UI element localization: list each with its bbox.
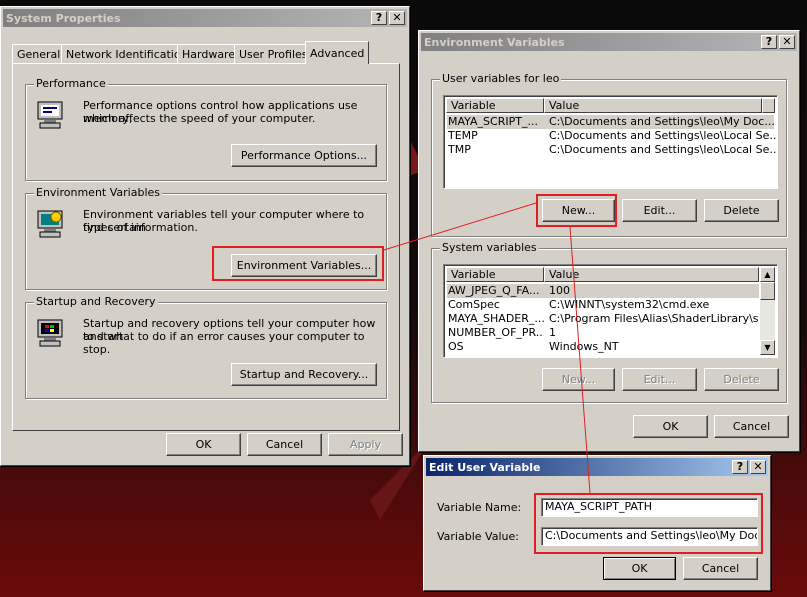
- help-button[interactable]: ?: [761, 35, 777, 49]
- edit-user-variable-window: Edit User Variable ? ✕ Variable Name: MA…: [423, 455, 771, 591]
- tab-general[interactable]: General: [12, 44, 66, 64]
- performance-group-label: Performance: [34, 77, 108, 90]
- variable-value-input[interactable]: C:\Documents and Settings\leo\My Docume: [541, 527, 758, 546]
- edit-user-variable-titlebar[interactable]: Edit User Variable ? ✕: [426, 458, 768, 476]
- tab-panel: Performance Performance options control …: [12, 63, 400, 431]
- list-item-value: 1: [549, 326, 556, 339]
- close-button[interactable]: ✕: [779, 35, 795, 49]
- variable-name-input[interactable]: MAYA_SCRIPT_PATH: [541, 498, 758, 517]
- cancel-button[interactable]: Cancel: [714, 415, 789, 438]
- list-item-name: AW_JPEG_Q_FA...: [448, 284, 540, 297]
- ok-button[interactable]: OK: [603, 557, 676, 580]
- system-delete-button[interactable]: Delete: [704, 368, 779, 391]
- startup-recovery-icon: [37, 319, 63, 347]
- system-edit-button[interactable]: Edit...: [622, 368, 697, 391]
- environment-variables-button[interactable]: Environment Variables...: [231, 254, 377, 277]
- user-variables-list[interactable]: Variable Value MAYA_SCRIPT_... C:\Documen…: [443, 95, 778, 189]
- list-item-name: NUMBER_OF_PR...: [448, 326, 544, 339]
- environment-variables-group: Environment Variables Environment variab…: [25, 186, 387, 290]
- variable-name-label: Variable Name:: [437, 501, 522, 514]
- list-item-name: MAYA_SHADER_...: [448, 312, 544, 325]
- user-delete-button[interactable]: Delete: [704, 199, 779, 222]
- environment-variables-titlebar[interactable]: Environment Variables ? ✕: [421, 33, 797, 51]
- column-header-value[interactable]: Value: [544, 98, 762, 113]
- help-button[interactable]: ?: [732, 460, 748, 474]
- list-item[interactable]: NUMBER_OF_PR... 1: [447, 326, 759, 340]
- cancel-button[interactable]: Cancel: [683, 557, 758, 580]
- window-title: Edit User Variable: [429, 460, 541, 474]
- list-item-value: C:\Documents and Settings\leo\Local Se..…: [549, 143, 777, 156]
- ok-button[interactable]: OK: [166, 433, 241, 456]
- tab-advanced[interactable]: Advanced: [305, 41, 370, 64]
- scroll-down-icon[interactable]: ▼: [760, 340, 775, 355]
- environment-text-2: types of information.: [83, 221, 198, 234]
- startup-recovery-group: Startup and Recovery Startup and recover…: [25, 295, 387, 399]
- system-properties-titlebar[interactable]: System Properties ? ✕: [3, 9, 407, 27]
- list-item-value: C:\Program Files\Alias\ShaderLibrary\sh.…: [549, 312, 759, 325]
- list-item-value: Windows_NT: [549, 340, 619, 353]
- ok-button[interactable]: OK: [633, 415, 708, 438]
- list-item[interactable]: TEMP C:\Documents and Settings\leo\Local …: [447, 129, 777, 143]
- list-item[interactable]: MAYA_SCRIPT_... C:\Documents and Settings…: [447, 115, 775, 129]
- column-header-variable[interactable]: Variable: [446, 98, 544, 113]
- cancel-button[interactable]: Cancel: [247, 433, 322, 456]
- list-item[interactable]: TMP C:\Documents and Settings\leo\Local S…: [447, 143, 777, 157]
- user-edit-button[interactable]: Edit...: [622, 199, 697, 222]
- system-variables-group-label: System variables: [440, 241, 539, 254]
- variable-value-label: Variable Value:: [437, 530, 519, 543]
- scroll-up-icon[interactable]: ▲: [760, 267, 775, 282]
- user-list-header: Variable Value: [446, 98, 775, 113]
- list-item-name: OS: [448, 340, 464, 353]
- user-new-button[interactable]: New...: [542, 199, 615, 222]
- close-button[interactable]: ✕: [750, 460, 766, 474]
- help-button[interactable]: ?: [371, 11, 387, 25]
- column-header-variable[interactable]: Variable: [446, 267, 544, 282]
- list-item-name: TEMP: [448, 129, 478, 142]
- performance-text-2: which affects the speed of your computer…: [83, 112, 316, 125]
- list-item-value: C:\Documents and Settings\leo\My Doc...: [549, 115, 775, 128]
- system-list-scrollbar[interactable]: ▲ ▼: [760, 267, 775, 355]
- list-item-value: 100: [549, 284, 570, 297]
- scroll-thumb[interactable]: [760, 282, 775, 300]
- list-item-name: ComSpec: [448, 298, 500, 311]
- startup-recovery-group-label: Startup and Recovery: [34, 295, 158, 308]
- environment-variables-group-label: Environment Variables: [34, 186, 163, 199]
- window-title: System Properties: [6, 11, 121, 25]
- tab-hardware[interactable]: Hardware: [177, 44, 241, 64]
- list-item[interactable]: AW_JPEG_Q_FA... 100: [447, 284, 759, 298]
- system-properties-window: System Properties ? ✕ General Network Id…: [0, 6, 410, 466]
- tab-network-identification[interactable]: Network Identification: [61, 44, 193, 64]
- performance-group: Performance Performance options control …: [25, 77, 387, 181]
- user-variables-group-label: User variables for leo: [440, 72, 562, 85]
- tab-user-profiles[interactable]: User Profiles: [234, 44, 313, 64]
- performance-options-button[interactable]: Performance Options...: [231, 144, 377, 167]
- environment-variables-window: Environment Variables ? ✕ User variables…: [418, 30, 800, 452]
- system-list-header: Variable Value: [446, 267, 759, 282]
- environment-icon: [37, 210, 63, 238]
- close-button[interactable]: ✕: [389, 11, 405, 25]
- list-item[interactable]: ComSpec C:\WINNT\system32\cmd.exe: [447, 298, 759, 312]
- list-item[interactable]: OS Windows_NT: [447, 340, 759, 354]
- performance-icon: [37, 101, 63, 129]
- user-variables-group: User variables for leo Variable Value MA…: [431, 72, 787, 237]
- system-variables-list[interactable]: Variable Value AW_JPEG_Q_FA... 100 ComSpe…: [443, 264, 778, 358]
- list-item-name: TMP: [448, 143, 471, 156]
- list-item[interactable]: MAYA_SHADER_... C:\Program Files\Alias\Sh…: [447, 312, 759, 326]
- list-item-value: C:\Documents and Settings\leo\Local Se..…: [549, 129, 777, 142]
- apply-button[interactable]: Apply: [328, 433, 403, 456]
- system-variables-group: System variables Variable Value AW_JPEG_…: [431, 241, 787, 403]
- system-new-button[interactable]: New...: [542, 368, 615, 391]
- column-header-filler: [762, 98, 775, 113]
- startup-text-2: and what to do if an error causes your c…: [83, 330, 365, 356]
- startup-recovery-button[interactable]: Startup and Recovery...: [231, 363, 377, 386]
- column-header-value[interactable]: Value: [544, 267, 759, 282]
- window-title: Environment Variables: [424, 35, 565, 49]
- list-item-value: C:\WINNT\system32\cmd.exe: [549, 298, 710, 311]
- list-item-name: MAYA_SCRIPT_...: [448, 115, 538, 128]
